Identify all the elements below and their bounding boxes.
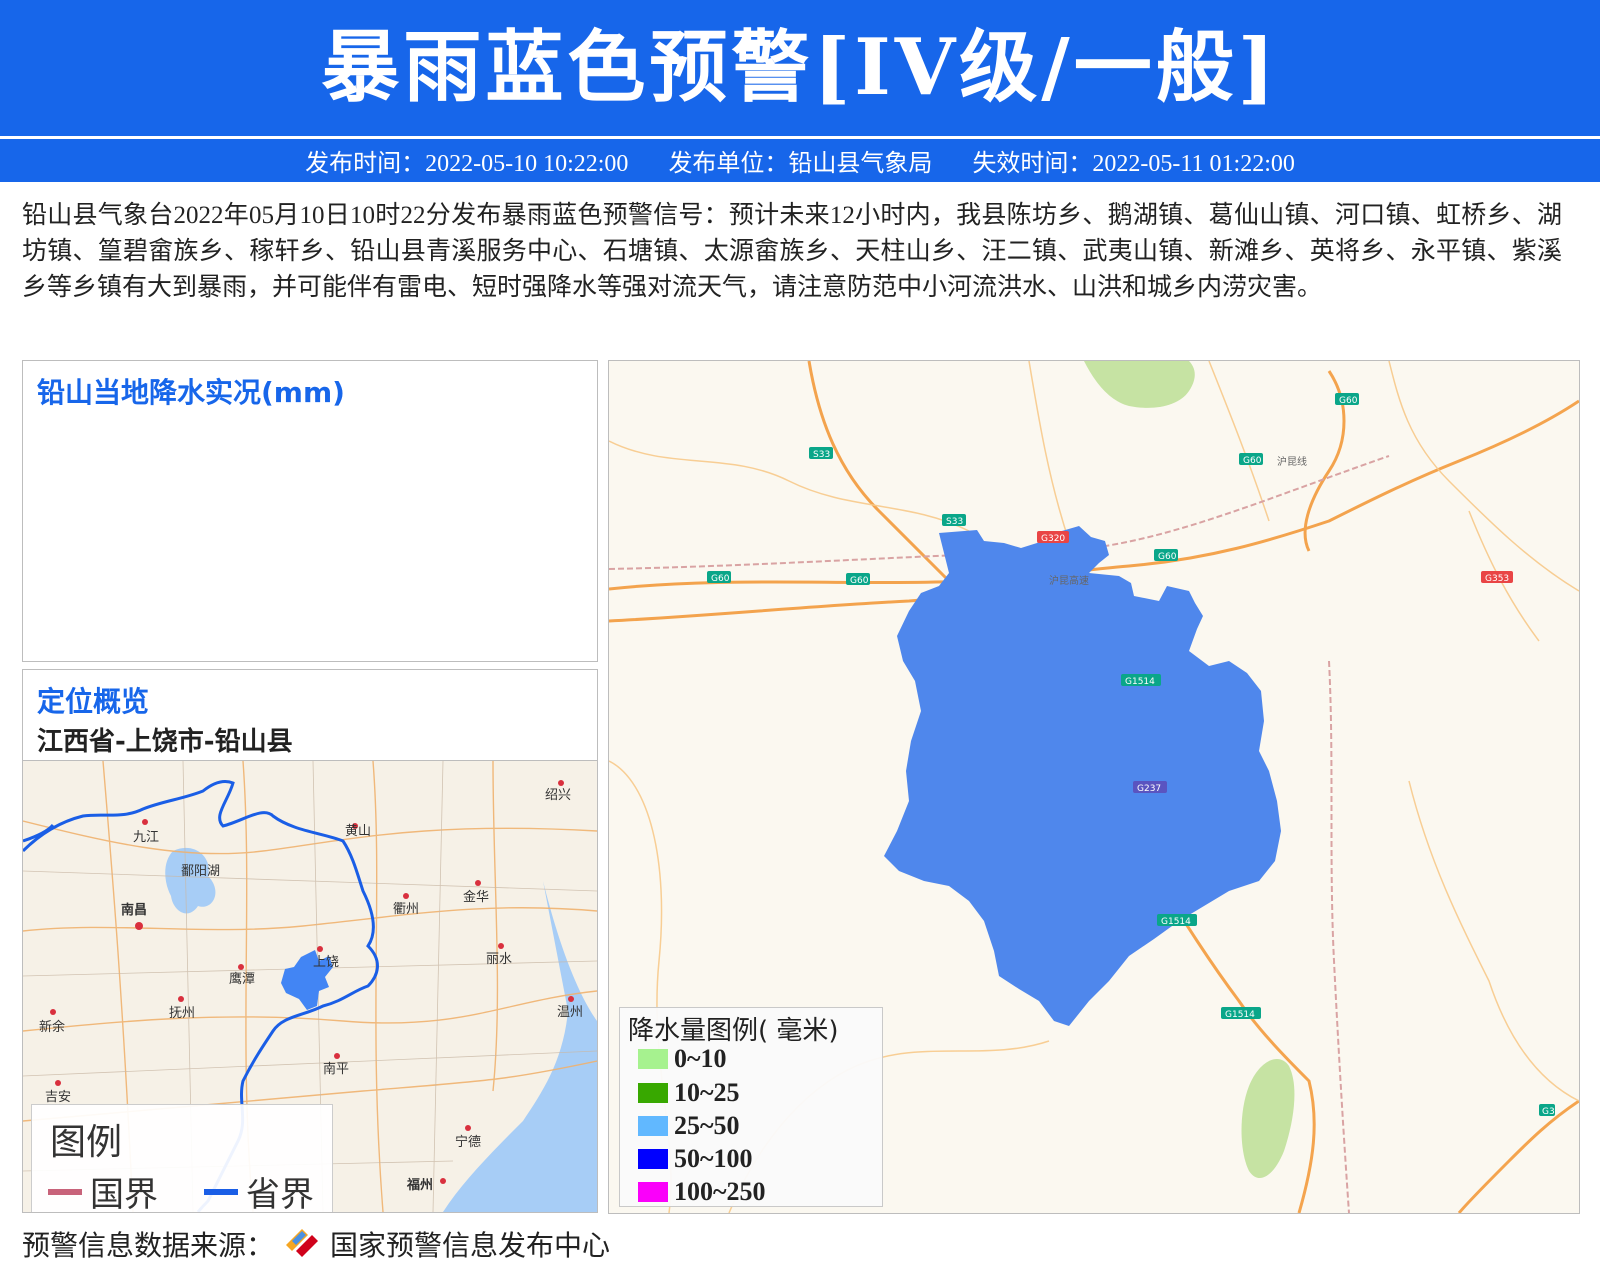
road-label: G60	[1339, 396, 1358, 406]
rail-label: 沪昆高速	[1049, 574, 1089, 587]
warning-info-bar: 发布时间：2022-05-10 10:22:00 发布单位：铅山县气象局 失效时…	[0, 139, 1600, 182]
legend-national-border: 国界	[48, 1167, 158, 1213]
province-border-label: 省界	[246, 1175, 314, 1213]
national-border-label: 国界	[90, 1175, 158, 1213]
issuer: 发布单位：铅山县气象局	[668, 151, 933, 177]
road-label: G60	[850, 576, 869, 586]
legend-row: 10~25	[638, 1078, 740, 1108]
warning-title: 暴雨蓝色预警[IV级/一般]	[321, 22, 1279, 113]
city-label: 上饶	[313, 955, 339, 970]
source-label: 预警信息数据来源：	[22, 1229, 275, 1262]
road-label: G320	[1041, 534, 1065, 544]
location-overview-panel: 定位概览 江西省-上饶市-铅山县 九江 黄山 绍兴 鄱阳湖 南昌 衢州 金华 上…	[22, 669, 598, 1213]
location-panel-title: 定位概览	[37, 685, 150, 718]
city-label: 丽水	[486, 952, 512, 967]
road-label: G1514	[1225, 1010, 1255, 1020]
overview-legend-title: 图例	[50, 1122, 123, 1163]
source-name: 国家预警信息发布中心	[330, 1229, 611, 1262]
legend-swatch	[638, 1116, 668, 1136]
legend-row: 0~10	[638, 1044, 727, 1074]
legend-row: 50~100	[638, 1144, 753, 1174]
legend-label: 100~250	[674, 1177, 766, 1206]
legend-swatch	[638, 1049, 668, 1069]
city-label: 绍兴	[545, 788, 571, 803]
legend-swatch	[638, 1149, 668, 1169]
road-label: S33	[813, 450, 830, 460]
city-label: 南昌	[121, 902, 147, 918]
location-header: 定位概览 江西省-上饶市-铅山县	[23, 670, 597, 761]
legend-province-border: 省界	[204, 1167, 314, 1213]
warning-header: 暴雨蓝色预警[IV级/一般]	[0, 0, 1600, 136]
city-label: 金华	[463, 889, 489, 905]
warning-center-logo-icon	[282, 1225, 322, 1264]
warning-text: 铅山县气象台2022年05月10日10时22分发布暴雨蓝色预警信号：预计未来12…	[22, 202, 1562, 301]
road-label: G353	[1485, 574, 1509, 584]
city-label: 福州	[406, 1177, 433, 1193]
road-label: G1514	[1125, 677, 1155, 687]
city-label: 九江	[133, 830, 159, 845]
legend-label: 10~25	[674, 1078, 740, 1107]
location-path: 江西省-上饶市-铅山县	[37, 727, 293, 757]
rain-observation-panel: 铅山当地降水实况(mm)	[22, 360, 598, 662]
city-label: 衢州	[393, 902, 419, 917]
rail-label: 沪昆线	[1277, 455, 1307, 468]
road-label: S33	[946, 517, 963, 527]
national-border-swatch	[48, 1188, 82, 1195]
expire-time: 失效时间：2022-05-11 01:22:00	[972, 151, 1295, 177]
overview-legend: 图例 国界 省界	[31, 1104, 333, 1213]
legend-row: 25~50	[638, 1111, 740, 1141]
road-label: G60	[711, 574, 730, 584]
city-label: 鹰潭	[229, 971, 255, 987]
rainfall-legend: 降水量图例( 毫米) 0~10 10~25 25~50 50~100 100~2…	[619, 1007, 883, 1207]
road-label: G60	[1158, 552, 1177, 562]
city-label: 南平	[323, 1061, 349, 1077]
city-label: 温州	[557, 1005, 583, 1020]
road-label: G60	[1243, 456, 1262, 466]
city-label: 黄山	[345, 824, 371, 839]
legend-row: 100~250	[638, 1177, 766, 1207]
rain-panel-title: 铅山当地降水实况(mm)	[37, 376, 345, 409]
lake-label: 鄱阳湖	[181, 864, 220, 879]
road-label: G237	[1137, 784, 1161, 794]
county-map-panel: G60 G60 G60 G60 G60 S33 S33 G320 G353 G1…	[608, 360, 1580, 1214]
road-label: G1514	[1161, 917, 1191, 927]
legend-swatch	[638, 1083, 668, 1103]
legend-label: 50~100	[674, 1144, 753, 1173]
issue-time: 发布时间：2022-05-10 10:22:00	[305, 151, 629, 177]
data-source-footer: 预警信息数据来源： 国家预警信息发布中心	[22, 1224, 610, 1264]
city-label: 新余	[39, 1019, 65, 1035]
city-label: 抚州	[169, 1006, 195, 1021]
rainfall-legend-title: 降水量图例( 毫米)	[628, 1016, 839, 1046]
legend-label: 25~50	[674, 1111, 740, 1140]
city-label: 吉安	[45, 1090, 71, 1105]
legend-swatch	[638, 1182, 668, 1202]
legend-label: 0~10	[674, 1044, 727, 1073]
province-border-swatch	[204, 1188, 238, 1195]
city-label: 宁德	[455, 1134, 481, 1150]
road-label: G3	[1542, 1107, 1555, 1117]
